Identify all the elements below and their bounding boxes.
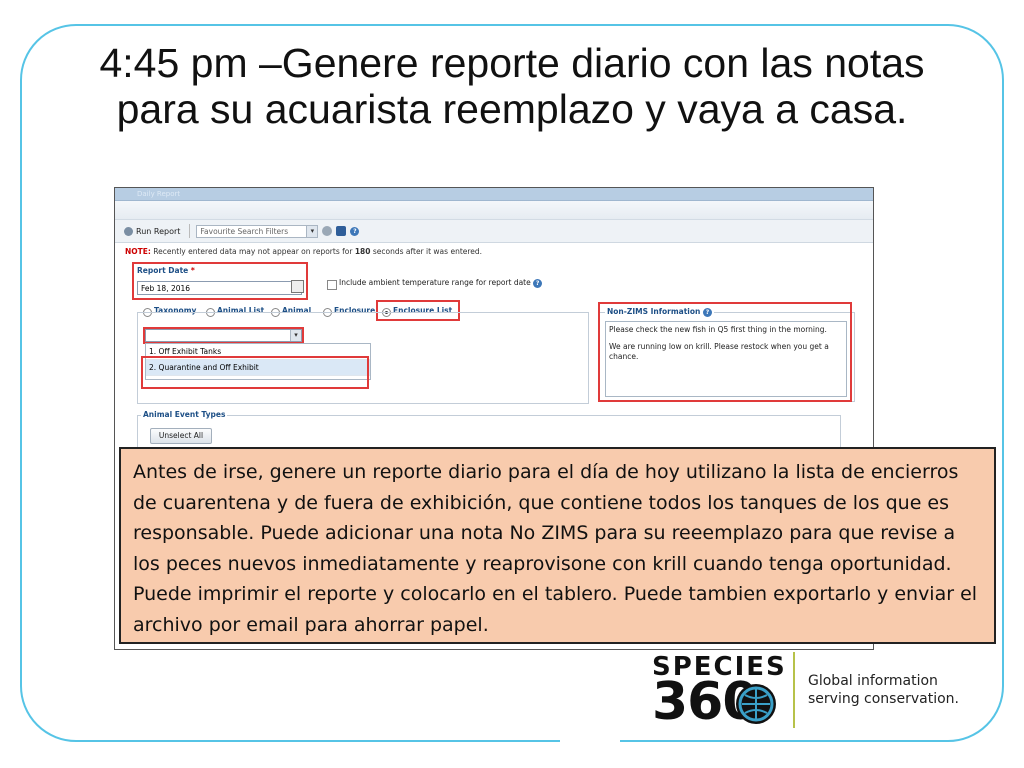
instruction-callout: Antes de irse, genere un reporte diario … [119, 447, 996, 644]
globe-icon [736, 684, 776, 724]
note-label: NOTE: [125, 247, 151, 256]
window-header-band [115, 201, 873, 220]
favourite-search-filters-placeholder: Favourite Search Filters [200, 226, 289, 236]
help-icon[interactable]: ? [533, 279, 543, 288]
toolbar-separator [189, 224, 191, 238]
animal-event-types-label: Animal Event Types [141, 410, 228, 419]
unselect-all-button[interactable]: Unselect All [150, 428, 212, 444]
gear-icon[interactable] [322, 226, 333, 236]
favourite-search-filters-select[interactable]: Favourite Search Filters ▾ [196, 224, 319, 238]
species360-logo: SPECIES 360 Global information serving c… [652, 652, 992, 732]
note-text-end: seconds after it was entered. [370, 247, 483, 256]
note-text: Recently entered data may not appear on … [150, 247, 355, 256]
help-icon[interactable]: ? [350, 226, 360, 236]
ambient-temperature-label: Include ambient temperature range for re… [339, 278, 543, 288]
logo-tagline-line1: Global information [808, 673, 938, 689]
highlight-non-zims [598, 302, 852, 402]
logo-tagline: Global information serving conservation. [808, 672, 959, 708]
toolbar: Run Report Favourite Search Filters ▾ ? [115, 220, 873, 243]
ambient-temperature-label-text: Include ambient temperature range for re… [339, 278, 531, 287]
run-report-button[interactable]: Run Report [121, 226, 183, 237]
highlight-quarantine-option [141, 356, 369, 389]
frame-gap [560, 737, 620, 747]
chevron-down-icon: ▾ [306, 225, 318, 237]
ambient-temperature-checkbox[interactable] [327, 280, 337, 290]
save-icon[interactable] [336, 226, 347, 236]
run-report-label: Run Report [136, 226, 181, 236]
run-report-icon [124, 226, 133, 236]
highlight-enclosure-select [143, 327, 304, 344]
logo-tagline-line2: serving conservation. [808, 691, 959, 707]
logo-divider [793, 652, 795, 728]
window-title: Daily Report [115, 188, 873, 201]
note-line: NOTE: Recently entered data may not appe… [125, 247, 482, 256]
note-seconds: 180 [354, 247, 371, 256]
slide-title: 4:45 pm –Genere reporte diario con las n… [99, 40, 925, 132]
highlight-report-date [132, 262, 308, 300]
